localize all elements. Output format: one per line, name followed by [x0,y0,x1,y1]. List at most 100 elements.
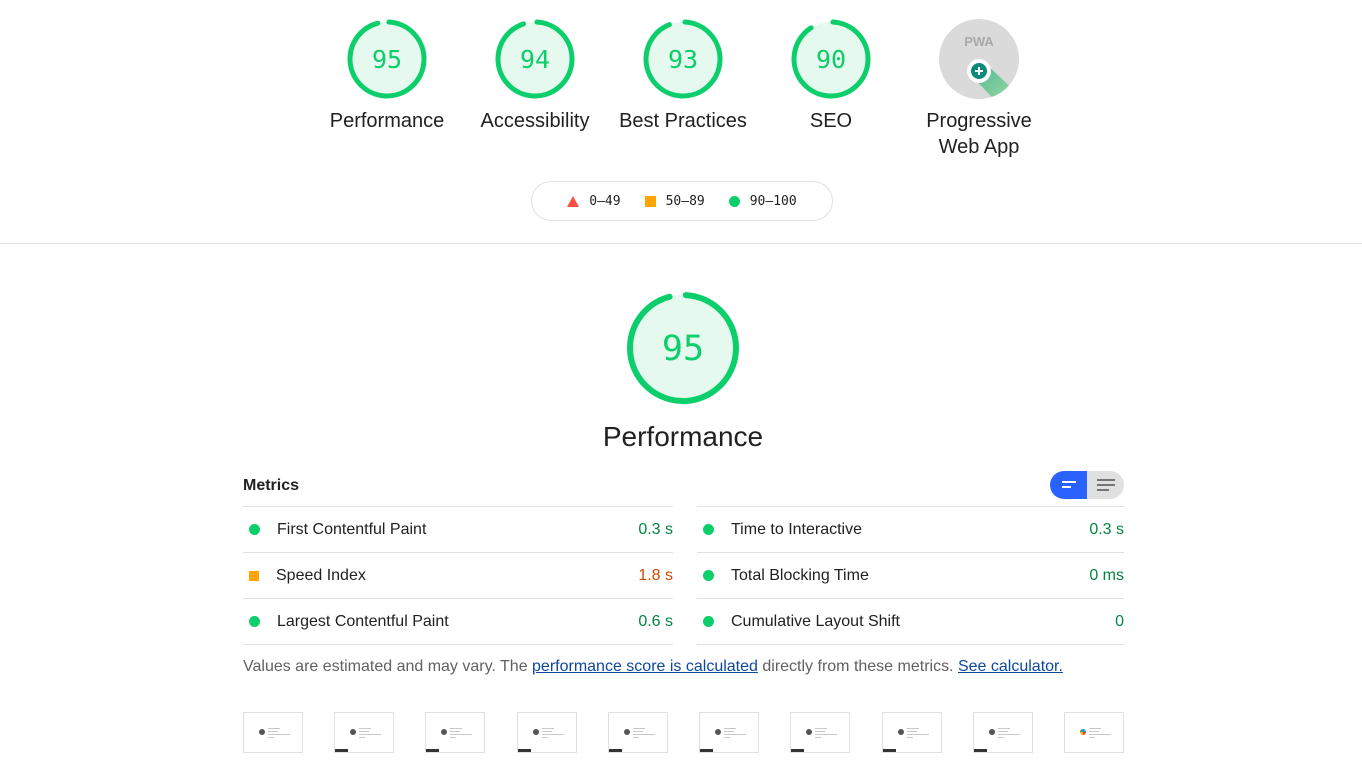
thumbnail-logo-icon [624,729,630,735]
metric-value: 1.8 s [638,566,673,584]
score-calculation-link[interactable]: performance score is calculated [532,658,758,675]
legend-average-label: 50–89 [665,193,705,209]
thumbnail-logo-icon [1080,729,1086,735]
thumbnail-logo-icon [898,729,904,735]
gauge-performance[interactable]: 95 Performance [313,18,461,134]
thumbnail-logo-icon [806,729,812,735]
short-lines-icon [1061,481,1076,488]
thumbnail-text-line [998,734,1020,735]
gauge-score: 93 [668,45,698,74]
thumbnail-text-line [815,731,825,732]
thumbnail-text-line [542,728,554,729]
pwa-badge-text: PWA [964,34,994,49]
score-ring-best-practices: 93 [643,19,723,99]
thumbnail-text-line [450,737,456,738]
thumbnail-text-line [450,731,460,732]
thumbnail-text-line [1089,731,1099,732]
metrics-column-left: First Contentful Paint 0.3 s Speed Index… [243,506,673,645]
legend-pass-label: 90–100 [749,193,797,209]
gauge-label: SEO [809,110,853,132]
metric-name: Largest Contentful Paint [277,612,449,630]
thumbnail-text-line [724,737,730,738]
see-calculator-link[interactable]: See calculator. [958,658,1063,675]
metric-row: First Contentful Paint 0.3 s [243,506,673,552]
metrics-column-right: Time to Interactive 0.3 s Total Blocking… [697,506,1124,645]
thumbnail-bar [518,749,531,752]
gauge-best-practices[interactable]: 93 Best Practices [609,18,757,134]
pwa-badge-icon: PWA [939,19,1019,99]
metrics-view-toggle[interactable] [1050,471,1124,499]
metric-value: 0.3 s [638,520,673,538]
thumbnail-text-line [907,728,919,729]
filmstrip-frame [243,712,303,753]
metric-row: Time to Interactive 0.3 s [697,506,1124,552]
score-ring-performance-large: 95 [627,292,739,404]
thumbnail-text-line [724,734,746,735]
circle-icon [728,195,740,207]
thumbnail-text-line [907,731,917,732]
square-icon [644,195,656,207]
thumbnail-text-line [633,734,655,735]
section-divider [0,243,1362,244]
gauge-label: Best Practices [619,110,747,132]
legend-fail: 0–49 [567,193,621,209]
gauge-accessibility[interactable]: 94 Accessibility [461,18,609,134]
thumbnail-bar [974,749,987,752]
performance-title: Performance [602,421,764,452]
gauge-score: 90 [816,45,846,74]
compact-view-button[interactable] [1050,471,1087,499]
thumbnail-logo-icon [259,729,265,735]
filmstrip-frame [1064,712,1124,753]
score-ring-accessibility: 94 [495,19,575,99]
thumbnail-text-line [998,728,1010,729]
thumbnail-text-line [450,728,462,729]
text-lines-icon [1096,479,1115,491]
thumbnail-text-line [542,734,564,735]
gauge-pwa[interactable]: PWA Progressive Web App [905,18,1053,160]
thumbnail-text-line [907,734,929,735]
metric-row: Cumulative Layout Shift 0 [697,598,1124,645]
thumbnail-text-line [1089,734,1111,735]
legend-fail-label: 0–49 [589,193,621,209]
filmstrip-frame [608,712,668,753]
thumbnail-text-line [450,734,472,735]
gauge-label: Accessibility [480,110,590,132]
filmstrip-frame [425,712,485,753]
metric-value: 0.6 s [638,612,673,630]
filmstrip-frame [973,712,1033,753]
category-gauges: 95 Performance 94 Accessibility 93 Best … [0,18,1362,168]
thumbnail-logo-icon [715,729,721,735]
thumbnail-bar [791,749,804,752]
legend-pass: 90–100 [728,193,797,209]
metric-status-icon [703,570,714,581]
thumbnail-text-line [633,731,643,732]
thumbnail-text-line [724,728,736,729]
note-text: directly from these metrics. [757,658,958,675]
thumbnail-bar [335,749,348,752]
thumbnail-bar [700,749,713,752]
gauge-seo[interactable]: 90 SEO [757,18,905,134]
filmstrip-frame [517,712,577,753]
thumbnail-text-line [724,731,734,732]
metric-name: Cumulative Layout Shift [731,612,900,630]
thumbnail-bar [609,749,622,752]
thumbnail-logo-icon [533,729,539,735]
metric-value: 0 [1115,612,1124,630]
thumbnail-text-line [359,737,365,738]
filmstrip-frame [882,712,942,753]
thumbnail-text-line [815,737,821,738]
performance-score: 95 [662,329,704,369]
thumbnail-text-line [907,737,913,738]
gauge-label: Performance [329,110,445,132]
thumbnail-text-line [633,728,645,729]
expanded-view-button[interactable] [1087,471,1124,499]
metric-value: 0.3 s [1089,520,1124,538]
thumbnail-text-line [359,731,369,732]
metric-status-icon [249,524,260,535]
score-legend: 0–49 50–89 90–100 [531,181,833,221]
thumbnail-text-line [998,737,1004,738]
thumbnail-text-line [359,734,381,735]
metrics-header: Metrics [243,470,1124,506]
metric-row: Total Blocking Time 0 ms [697,552,1124,598]
metric-row: Speed Index 1.8 s [243,552,673,598]
